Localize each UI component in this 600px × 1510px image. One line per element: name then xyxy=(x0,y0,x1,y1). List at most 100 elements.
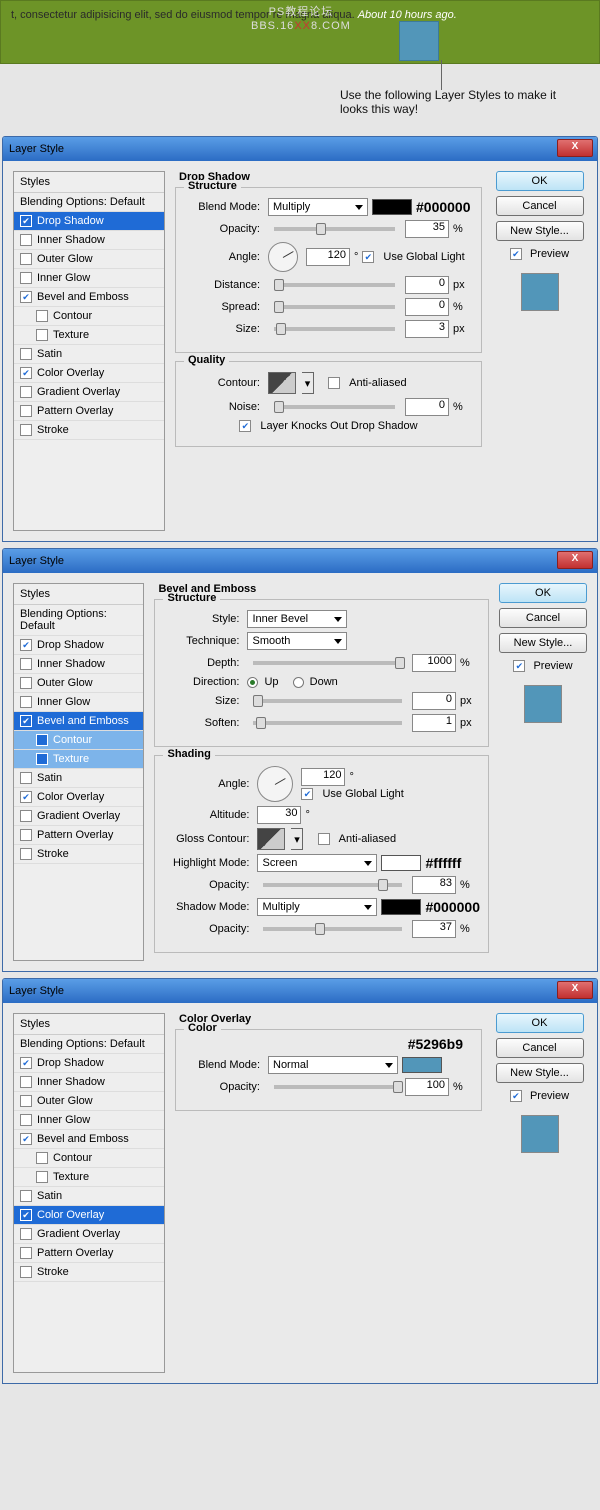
style-gradient-overlay[interactable]: Gradient Overlay xyxy=(14,383,164,402)
global-light-checkbox[interactable] xyxy=(301,788,313,800)
style-pattern-overlay[interactable]: Pattern Overlay xyxy=(14,826,143,845)
styles-header[interactable]: Styles xyxy=(14,172,164,193)
technique-select[interactable]: Smooth xyxy=(247,632,347,650)
style-inner-glow[interactable]: Inner Glow xyxy=(14,693,143,712)
ok-button[interactable]: OK xyxy=(499,583,587,603)
style-outer-glow[interactable]: Outer Glow xyxy=(14,1092,164,1111)
style-outer-glow[interactable]: Outer Glow xyxy=(14,674,143,693)
style-outer-glow[interactable]: Outer Glow xyxy=(14,250,164,269)
contour-dropdown[interactable]: ▾ xyxy=(302,372,314,394)
titlebar[interactable]: Layer Style X xyxy=(3,137,597,161)
soften-input[interactable]: 1 xyxy=(412,714,456,732)
blending-options[interactable]: Blending Options: Default xyxy=(14,193,164,212)
style-bevel-emboss[interactable]: Bevel and Emboss xyxy=(14,712,143,731)
overlay-color-swatch[interactable] xyxy=(402,1057,442,1073)
styles-header[interactable]: Styles xyxy=(14,584,143,605)
distance-input[interactable]: 0 xyxy=(405,276,449,294)
style-drop-shadow[interactable]: Drop Shadow xyxy=(14,636,143,655)
checkbox[interactable] xyxy=(20,772,32,784)
noise-slider[interactable] xyxy=(274,405,395,409)
style-inner-glow[interactable]: Inner Glow xyxy=(14,269,164,288)
checkbox[interactable] xyxy=(20,424,32,436)
checkbox[interactable] xyxy=(20,639,32,651)
angle-input[interactable]: 120 xyxy=(301,768,345,786)
style-texture[interactable]: Texture xyxy=(14,750,143,769)
cancel-button[interactable]: Cancel xyxy=(496,196,584,216)
style-stroke[interactable]: Stroke xyxy=(14,845,143,864)
checkbox[interactable] xyxy=(20,405,32,417)
checkbox[interactable] xyxy=(20,658,32,670)
checkbox[interactable] xyxy=(20,386,32,398)
style-satin[interactable]: Satin xyxy=(14,1187,164,1206)
highlight-color-swatch[interactable] xyxy=(381,855,421,871)
checkbox[interactable] xyxy=(20,1266,32,1278)
altitude-input[interactable]: 30 xyxy=(257,806,301,824)
new-style-button[interactable]: New Style... xyxy=(496,1063,584,1083)
gloss-contour-dropdown[interactable]: ▾ xyxy=(291,828,303,850)
size-slider[interactable] xyxy=(253,699,402,703)
knockout-checkbox[interactable] xyxy=(239,420,251,432)
checkbox[interactable] xyxy=(20,829,32,841)
style-satin[interactable]: Satin xyxy=(14,345,164,364)
new-style-button[interactable]: New Style... xyxy=(499,633,587,653)
titlebar[interactable]: Layer Style X xyxy=(3,549,597,573)
checkbox[interactable] xyxy=(36,1171,48,1183)
checkbox[interactable] xyxy=(20,253,32,265)
blend-mode-select[interactable]: Normal xyxy=(268,1056,398,1074)
styles-header[interactable]: Styles xyxy=(14,1014,164,1035)
checkbox[interactable] xyxy=(20,810,32,822)
checkbox[interactable] xyxy=(20,1057,32,1069)
checkbox[interactable] xyxy=(20,677,32,689)
close-button[interactable]: X xyxy=(557,139,593,157)
style-bevel-emboss[interactable]: Bevel and Emboss xyxy=(14,288,164,307)
style-texture[interactable]: Texture xyxy=(14,326,164,345)
blending-options[interactable]: Blending Options: Default xyxy=(14,605,143,636)
checkbox[interactable] xyxy=(36,753,48,765)
checkbox[interactable] xyxy=(20,1247,32,1259)
depth-slider[interactable] xyxy=(253,661,402,665)
contour-swatch[interactable] xyxy=(268,372,296,394)
style-contour[interactable]: Contour xyxy=(14,731,143,750)
checkbox[interactable] xyxy=(20,215,32,227)
style-satin[interactable]: Satin xyxy=(14,769,143,788)
titlebar[interactable]: Layer Style X xyxy=(3,979,597,1003)
noise-input[interactable]: 0 xyxy=(405,398,449,416)
checkbox[interactable] xyxy=(20,1076,32,1088)
style-inner-shadow[interactable]: Inner Shadow xyxy=(14,1073,164,1092)
shadow-color-swatch[interactable] xyxy=(372,199,412,215)
highlight-opacity-input[interactable]: 83 xyxy=(412,876,456,894)
antialiased-checkbox[interactable] xyxy=(318,833,330,845)
style-inner-shadow[interactable]: Inner Shadow xyxy=(14,655,143,674)
ok-button[interactable]: OK xyxy=(496,171,584,191)
style-color-overlay[interactable]: Color Overlay xyxy=(14,364,164,383)
blending-options[interactable]: Blending Options: Default xyxy=(14,1035,164,1054)
checkbox[interactable] xyxy=(20,1095,32,1107)
checkbox[interactable] xyxy=(36,734,48,746)
ok-button[interactable]: OK xyxy=(496,1013,584,1033)
style-color-overlay[interactable]: Color Overlay xyxy=(14,788,143,807)
blend-mode-select[interactable]: Multiply xyxy=(268,198,368,216)
depth-input[interactable]: 1000 xyxy=(412,654,456,672)
style-inner-glow[interactable]: Inner Glow xyxy=(14,1111,164,1130)
new-style-button[interactable]: New Style... xyxy=(496,221,584,241)
shadow-opacity-input[interactable]: 37 xyxy=(412,920,456,938)
style-contour[interactable]: Contour xyxy=(14,1149,164,1168)
checkbox[interactable] xyxy=(36,1152,48,1164)
checkbox[interactable] xyxy=(20,291,32,303)
spread-slider[interactable] xyxy=(274,305,395,309)
style-color-overlay[interactable]: Color Overlay xyxy=(14,1206,164,1225)
angle-dial[interactable] xyxy=(257,766,293,802)
style-drop-shadow[interactable]: Drop Shadow xyxy=(14,1054,164,1073)
style-bevel-emboss[interactable]: Bevel and Emboss xyxy=(14,1130,164,1149)
shadow-opacity-slider[interactable] xyxy=(263,927,402,931)
size-input[interactable]: 3 xyxy=(405,320,449,338)
angle-input[interactable]: 120 xyxy=(306,248,350,266)
highlight-mode-select[interactable]: Screen xyxy=(257,854,377,872)
style-stroke[interactable]: Stroke xyxy=(14,1263,164,1282)
style-stroke[interactable]: Stroke xyxy=(14,421,164,440)
checkbox[interactable] xyxy=(20,234,32,246)
angle-dial[interactable] xyxy=(268,242,298,272)
style-gradient-overlay[interactable]: Gradient Overlay xyxy=(14,807,143,826)
style-select[interactable]: Inner Bevel xyxy=(247,610,347,628)
highlight-opacity-slider[interactable] xyxy=(263,883,402,887)
